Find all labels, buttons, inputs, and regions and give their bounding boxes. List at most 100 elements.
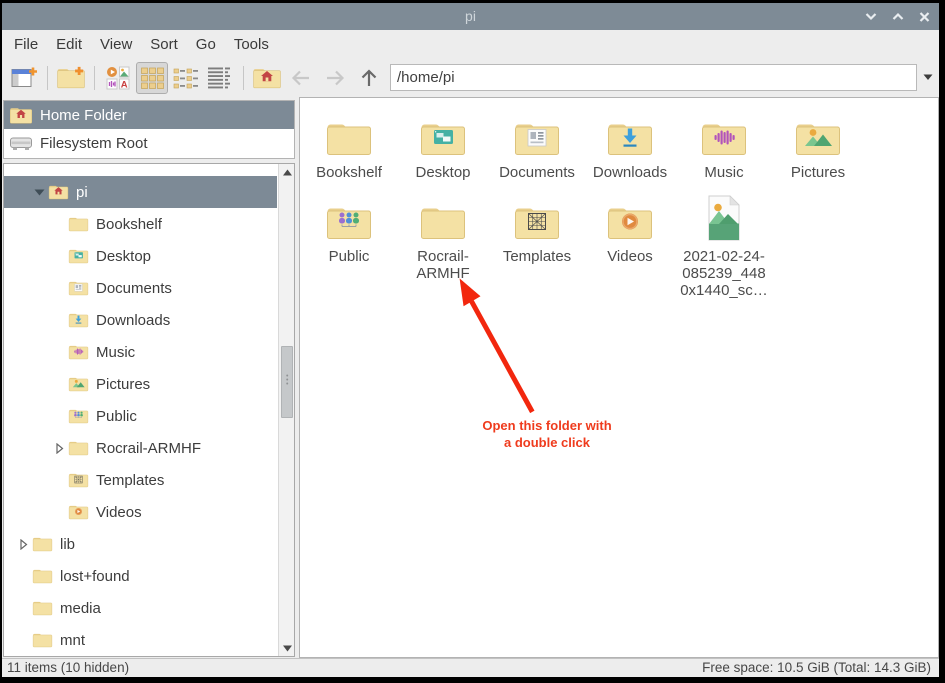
menu-file[interactable]: File <box>5 32 47 57</box>
path-dropdown-button[interactable] <box>917 64 939 91</box>
tree-item-public[interactable]: Public <box>4 400 277 432</box>
place-label: Filesystem Root <box>40 135 148 152</box>
tree-item-label: Downloads <box>96 312 170 329</box>
icon-view-button[interactable] <box>136 62 168 94</box>
titlebar[interactable]: pi <box>2 3 939 30</box>
file-videos[interactable]: Videos <box>583 190 677 265</box>
thumbnail-view-icon: A <box>105 65 131 91</box>
free-space: Free space: 10.5 GiB (Total: 14.3 GiB) <box>702 660 931 675</box>
file-pictures[interactable]: Pictures <box>771 106 865 181</box>
file-desktop[interactable]: Desktop <box>396 106 490 181</box>
icon-view-icon <box>139 65 165 91</box>
tree-item-label: Videos <box>96 504 142 521</box>
tree-item-downloads[interactable]: Downloads <box>4 304 277 336</box>
tree-item-music[interactable]: Music <box>4 336 277 368</box>
menu-sort[interactable]: Sort <box>141 32 187 57</box>
file-label-line: Bookshelf <box>316 164 382 181</box>
file-label: Music <box>704 164 743 181</box>
arrow-right-icon <box>323 66 347 90</box>
menu-edit[interactable]: Edit <box>47 32 91 57</box>
path-input[interactable] <box>390 64 917 91</box>
menu-view[interactable]: View <box>91 32 141 57</box>
folder-icon <box>68 439 89 457</box>
expander-closed-icon[interactable] <box>50 442 68 454</box>
scroll-thumb[interactable]: ••• <box>281 346 293 418</box>
file-label: Downloads <box>593 164 667 181</box>
statusbar: 11 items (10 hidden) Free space: 10.5 Gi… <box>2 658 939 677</box>
tree-item-rocrail-armhf[interactable]: Rocrail-ARMHF <box>4 432 277 464</box>
folder-icon <box>419 190 467 242</box>
menu-tools[interactable]: Tools <box>225 32 278 57</box>
file-rocrail-armhf[interactable]: Rocrail-ARMHF <box>396 190 490 282</box>
file-templates[interactable]: Templates <box>490 190 584 265</box>
expander-open-icon[interactable] <box>30 186 48 198</box>
folder-templates-icon <box>513 190 561 242</box>
tree-item-lib[interactable]: lib <box>4 528 277 560</box>
compact-view-button[interactable] <box>170 62 202 94</box>
home-folder-icon <box>48 183 69 201</box>
maximize-button[interactable] <box>889 8 906 25</box>
chevron-down-icon <box>923 74 933 81</box>
scroll-down-button[interactable] <box>279 641 295 655</box>
tree-item-desktop[interactable]: Desktop <box>4 240 277 272</box>
folder-downloads-icon <box>68 311 89 329</box>
expander-spacer <box>14 570 32 582</box>
file-2021-02-24-085239-4480x1440-sc-[interactable]: 2021-02-24-085239_4480x1440_sc… <box>677 190 771 299</box>
expander-spacer <box>14 602 32 614</box>
menubar: FileEditViewSortGoTools <box>2 30 939 58</box>
file-label: Pictures <box>791 164 845 181</box>
file-documents[interactable]: Documents <box>490 106 584 181</box>
tree-item-templates[interactable]: Templates <box>4 464 277 496</box>
file-label-line: 0x1440_sc… <box>680 282 768 299</box>
back-button[interactable] <box>285 62 317 94</box>
tree-item-documents[interactable]: Documents <box>4 272 277 304</box>
annotation-line1: Open this folder with <box>447 417 647 434</box>
place-home-folder[interactable]: Home Folder <box>4 101 294 129</box>
new-window-button[interactable] <box>8 62 40 94</box>
tree-item-media[interactable]: media <box>4 592 277 624</box>
close-button[interactable] <box>916 8 933 25</box>
directory-tree: pi Bookshelf DesktopDocuments Downloads Musi… <box>3 163 295 657</box>
chevron-down-icon <box>865 12 877 21</box>
tree-item-pi[interactable]: pi <box>4 176 277 208</box>
folder-desktop-icon <box>419 106 467 158</box>
file-label-line: Rocrail- <box>416 248 469 265</box>
file-music[interactable]: Music <box>677 106 771 181</box>
folder-icon <box>32 567 53 585</box>
minimize-button[interactable] <box>862 8 879 25</box>
up-button[interactable] <box>353 62 385 94</box>
folder-icon <box>32 535 53 553</box>
file-label-line: Videos <box>607 248 653 265</box>
expander-spacer <box>50 250 68 262</box>
tree-item-lost-found[interactable]: lost+found <box>4 560 277 592</box>
tree-item-pictures[interactable]: Pictures <box>4 368 277 400</box>
tree-scrollbar[interactable]: ••• <box>278 164 294 656</box>
place-filesystem-root[interactable]: Filesystem Root <box>4 129 294 157</box>
file-label: 2021-02-24-085239_4480x1440_sc… <box>680 248 768 299</box>
file-public[interactable]: Public <box>302 190 396 265</box>
tree-item-bookshelf[interactable]: Bookshelf <box>4 208 277 240</box>
file-bookshelf[interactable]: Bookshelf <box>302 106 396 181</box>
tree-item-label: Music <box>96 344 135 361</box>
toolbar-separator <box>243 66 244 90</box>
menu-go[interactable]: Go <box>187 32 225 57</box>
file-downloads[interactable]: Downloads <box>583 106 677 181</box>
image-file-icon <box>704 190 744 242</box>
expander-spacer <box>50 346 68 358</box>
folder-pictures-icon <box>68 375 89 393</box>
file-label-line: 085239_448 <box>680 265 768 282</box>
home-button[interactable] <box>251 62 283 94</box>
new-folder-button[interactable] <box>55 62 87 94</box>
tree-item-label: Rocrail-ARMHF <box>96 440 201 457</box>
tree-item-label: Bookshelf <box>96 216 162 233</box>
expander-closed-icon[interactable] <box>14 538 32 550</box>
detail-view-button[interactable] <box>204 62 236 94</box>
toolbar: A <box>2 58 939 97</box>
folder-music-icon <box>68 343 89 361</box>
folder-public-icon <box>325 190 373 242</box>
scroll-up-button[interactable] <box>279 165 295 179</box>
tree-item-mnt[interactable]: mnt <box>4 624 277 656</box>
forward-button[interactable] <box>319 62 351 94</box>
tree-item-videos[interactable]: Videos <box>4 496 277 528</box>
thumbnail-view-button[interactable]: A <box>102 62 134 94</box>
